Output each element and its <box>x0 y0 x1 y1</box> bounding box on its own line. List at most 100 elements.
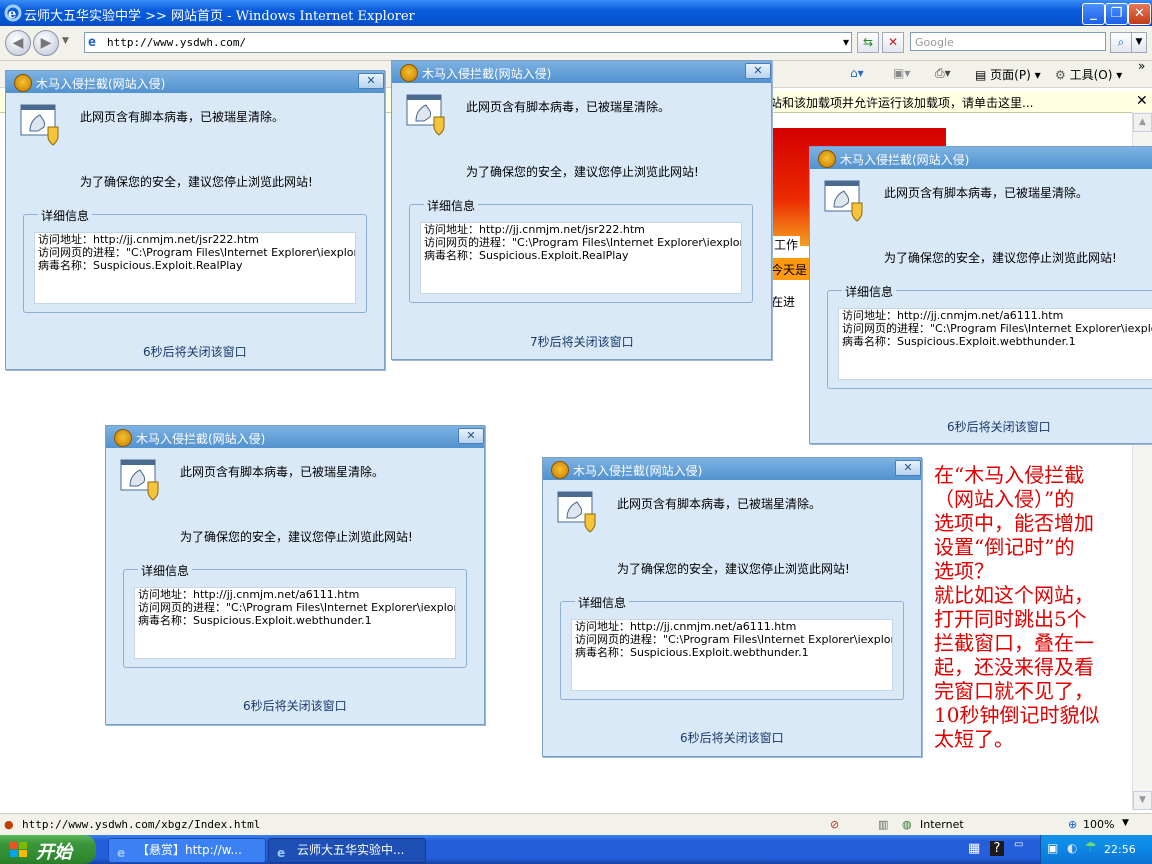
rising-lion-icon <box>400 64 418 82</box>
shield-window-icon <box>120 459 159 501</box>
clock: 22:56 <box>1104 843 1136 856</box>
svg-text:e: e <box>8 7 16 22</box>
detail-process: 访问网页的进程："C:\Program Files\Internet Explo… <box>138 601 456 614</box>
home-icon[interactable]: ⌂▾ <box>850 66 864 80</box>
search-options-icon[interactable]: ▼ <box>1131 32 1147 53</box>
dialog-message: 此网页含有脚本病毒，已被瑞星清除。 <box>466 100 671 114</box>
countdown-text: 7秒后将关闭该窗口 <box>530 335 634 349</box>
dialog-advice: 为了确保您的安全，建议您停止浏览此网站! <box>884 251 1117 265</box>
history-dropdown-icon[interactable]: ▼ <box>62 36 69 46</box>
zoom-level[interactable]: 100% <box>1083 818 1114 831</box>
dialog-close-button[interactable]: ✕ <box>745 63 771 79</box>
language-bar-icon[interactable]: ▭ <box>1014 839 1023 850</box>
dialog-close-button[interactable]: ✕ <box>458 428 484 444</box>
virus-alert-dialog: 木马入侵拦截(网站入侵) ✕ 此网页含有脚本病毒，已被瑞星清除。 为了确保您的安… <box>105 425 485 725</box>
details-group: 详细信息 访问地址：http://jj.cnmjm.net/a6111.htm … <box>560 594 904 700</box>
ie-logo-icon: e <box>277 846 286 860</box>
virus-alert-dialog: 木马入侵拦截(网站入侵) ✕ 此网页含有脚本病毒，已被瑞星清除。 为了确保您的安… <box>542 457 922 757</box>
close-window-button[interactable]: ✕ <box>1128 3 1151 25</box>
taskbar-item-label: 云师大五华实验中... <box>297 843 405 857</box>
rising-lion-icon <box>114 429 132 447</box>
dialog-title-bar: 木马入侵拦截(网站入侵) ✕ <box>392 61 771 83</box>
dialog-title: 木马入侵拦截(网站入侵) <box>422 67 552 81</box>
annotation-line: （网站入侵）”的 <box>934 487 1075 511</box>
dialog-advice: 为了确保您的安全，建议您停止浏览此网站! <box>180 530 413 544</box>
address-url: http://www.ysdwh.com/ <box>107 36 247 49</box>
rising-lion-icon <box>551 461 569 479</box>
details-group: 详细信息 访问地址：http://jj.cnmjm.net/jsr222.htm… <box>409 197 753 303</box>
annotation-line: 就比如这个网站， <box>934 583 1094 607</box>
minimize-button[interactable]: _ <box>1082 3 1105 25</box>
internet-zone-icon: ◍ <box>902 818 912 831</box>
volume-icon[interactable]: ◐ <box>1067 841 1077 855</box>
detail-url: 访问地址：http://jj.cnmjm.net/jsr222.htm <box>424 223 645 236</box>
stop-button[interactable]: ✕ <box>882 32 904 53</box>
running-fragment-text: 在进 <box>771 295 796 309</box>
chevron-more-icon[interactable]: » <box>1138 59 1145 73</box>
protected-mode-icon[interactable]: ▥ <box>878 818 888 831</box>
search-icon[interactable]: ⌕ <box>1110 32 1132 53</box>
help-icon[interactable]: ? <box>990 841 1004 856</box>
feeds-icon[interactable]: ▣▾ <box>893 66 910 80</box>
countdown-text: 6秒后将关闭该窗口 <box>680 731 784 745</box>
annotation-text: 在“木马入侵拦截 （网站入侵）”的 选项中，能否增加 设置“倒记时”的 选项？ … <box>934 463 1130 751</box>
rising-lion-icon <box>818 150 836 168</box>
start-button[interactable]: 开始 <box>0 835 96 864</box>
forward-button[interactable]: ▶ <box>33 30 59 56</box>
dialog-title: 木马入侵拦截(网站入侵) <box>36 77 166 91</box>
scroll-up-icon[interactable]: ▲ <box>1133 113 1152 132</box>
dialog-advice: 为了确保您的安全，建议您停止浏览此网站! <box>466 165 699 179</box>
nav-fragment-work: 工作 <box>772 236 801 253</box>
status-url: http://www.ysdwh.com/xbgz/Index.html <box>22 818 261 831</box>
refresh-button[interactable]: ⇆ <box>857 32 879 53</box>
annotation-line: 选项中，能否增加 <box>934 511 1094 535</box>
detail-url: 访问地址：http://jj.cnmjm.net/jsr222.htm <box>38 233 259 246</box>
dialog-title-bar: 木马入侵拦截(网站入侵) ✕ <box>106 426 484 448</box>
detail-virus-name: 病毒名称：Suspicious.Exploit.RealPlay <box>38 259 243 272</box>
network-icon[interactable]: ▣ <box>1047 841 1058 855</box>
windows-flag-icon <box>10 842 27 857</box>
dialog-title: 木马入侵拦截(网站入侵) <box>573 464 703 478</box>
tools-menu-label: 工具(O) <box>1069 68 1113 82</box>
detail-process: 访问网页的进程："C:\Program Files\Internet Explo… <box>38 246 356 259</box>
keyboard-icon[interactable]: ▦ <box>968 841 980 856</box>
detail-virus-name: 病毒名称：Suspicious.Exploit.webthunder.1 <box>842 335 1076 348</box>
address-dropdown-icon[interactable]: ▾ <box>836 33 856 52</box>
annotation-line: 在“木马入侵拦截 <box>934 463 1085 487</box>
ie-logo-icon: e <box>4 4 22 22</box>
detail-url: 访问地址：http://jj.cnmjm.net/a6111.htm <box>842 309 1064 322</box>
dialog-message: 此网页含有脚本病毒，已被瑞星清除。 <box>617 497 822 511</box>
dialog-message: 此网页含有脚本病毒，已被瑞星清除。 <box>180 465 385 479</box>
back-button[interactable]: ◀ <box>5 30 31 56</box>
virus-alert-dialog: 木马入侵拦截(网站入侵) ✕ 此网页含有脚本病毒，已被瑞星清除。 为了确保您的安… <box>391 60 772 360</box>
security-zone-label[interactable]: Internet <box>920 818 964 831</box>
page-menu[interactable]: ▤ 页面(P) ▾ <box>975 66 1041 83</box>
details-legend: 详细信息 <box>575 594 630 611</box>
annotation-line: 拦截窗口，叠在一 <box>934 631 1094 655</box>
antivirus-tray-icon[interactable]: ☂ <box>1085 840 1097 855</box>
details-group: 详细信息 访问地址：http://jj.cnmjm.net/jsr222.htm… <box>23 207 367 313</box>
taskbar-item-active[interactable]: e 云师大五华实验中... <box>268 838 426 863</box>
search-input[interactable]: Google <box>910 32 1106 51</box>
dialog-close-button[interactable]: ✕ <box>895 460 921 476</box>
details-legend: 详细信息 <box>424 197 479 214</box>
dialog-close-button[interactable]: ✕ <box>358 73 384 89</box>
virus-alert-dialog: 木马入侵拦截(网站入侵) 此网页含有脚本病毒，已被瑞星清除。 为了确保您的安全，… <box>809 146 1152 444</box>
taskbar-item[interactable]: e 【悬赏】http://w... <box>108 838 266 863</box>
date-fragment-text: 今天是 <box>771 263 808 277</box>
page-menu-label: 页面(P) <box>990 68 1031 82</box>
window-title-bar: e 云师大五华实验中学 >> 网站首页 - Windows Internet E… <box>0 0 1152 26</box>
dialog-title-bar: 木马入侵拦截(网站入侵) ✕ <box>543 458 921 480</box>
print-icon[interactable]: ⎙▾ <box>935 66 951 81</box>
info-bar-close-icon[interactable]: ✕ <box>1136 93 1148 109</box>
scroll-down-icon[interactable]: ▼ <box>1133 791 1152 810</box>
popup-blocked-icon[interactable]: ⊘ <box>830 818 839 831</box>
restore-button[interactable]: ❐ <box>1105 3 1128 25</box>
shield-window-icon <box>824 180 863 222</box>
address-input[interactable]: e http://www.ysdwh.com/ <box>84 32 852 53</box>
zoom-dropdown-icon[interactable]: ▼ <box>1122 818 1129 828</box>
annotation-line: 打开同时跳出5个 <box>934 607 1087 631</box>
zoom-icon: ⊕ <box>1068 818 1078 831</box>
tools-menu[interactable]: ⚙ 工具(O) ▾ <box>1055 66 1122 83</box>
detail-virus-name: 病毒名称：Suspicious.Exploit.RealPlay <box>424 249 629 262</box>
